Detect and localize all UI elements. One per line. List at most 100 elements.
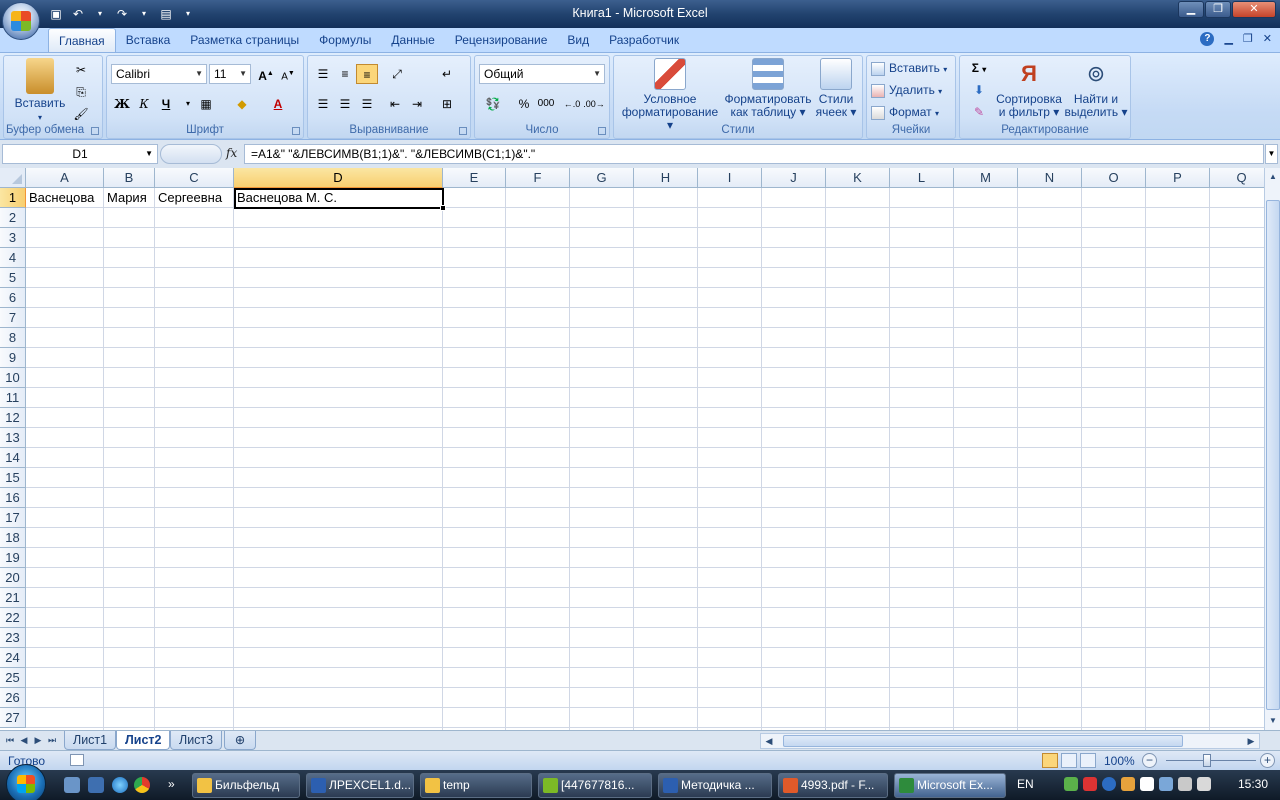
zoom-slider-track[interactable] xyxy=(1166,760,1256,761)
tray-app-icon[interactable] xyxy=(1121,777,1135,791)
borders-icon[interactable]: ▦ xyxy=(195,94,217,114)
column-header-o[interactable]: O xyxy=(1082,168,1146,188)
row-header-17[interactable]: 17 xyxy=(0,508,26,528)
format-as-table-button[interactable]: Форматировать как таблицу ▾ xyxy=(724,58,812,119)
scroll-left-icon[interactable]: ◀ xyxy=(763,734,775,748)
chrome-icon[interactable] xyxy=(134,777,150,793)
row-header-14[interactable]: 14 xyxy=(0,448,26,468)
column-header-a[interactable]: A xyxy=(26,168,104,188)
scroll-up-icon[interactable]: ▲ xyxy=(1266,170,1280,184)
format-cells-button[interactable]: Формат ▾ xyxy=(871,102,939,122)
dialog-launcher-icon[interactable] xyxy=(91,127,99,135)
row-header-11[interactable]: 11 xyxy=(0,388,26,408)
align-top-icon[interactable]: ☰ xyxy=(312,64,334,84)
cut-icon[interactable]: ✂ xyxy=(70,60,92,80)
align-center-icon[interactable]: ☰ xyxy=(334,94,356,114)
tab-insert[interactable]: Вставка xyxy=(116,28,181,52)
name-box[interactable]: D1 ▼ xyxy=(2,144,158,164)
select-all-corner[interactable] xyxy=(0,168,26,188)
tab-page-layout[interactable]: Разметка страницы xyxy=(180,28,309,52)
first-sheet-icon[interactable]: ⏮ xyxy=(4,733,16,747)
font-name-select[interactable]: Calibri ▼ xyxy=(111,64,207,84)
tab-review[interactable]: Рецензирование xyxy=(445,28,558,52)
vertical-scrollbar[interactable]: ▲ ▼ xyxy=(1264,168,1280,730)
row-header-27[interactable]: 27 xyxy=(0,708,26,728)
column-header-j[interactable]: J xyxy=(762,168,826,188)
battery-icon[interactable] xyxy=(1178,777,1192,791)
doc-minimize-icon[interactable]: ▁ xyxy=(1224,32,1232,46)
doc-restore-icon[interactable]: ❐ xyxy=(1243,32,1253,46)
start-button[interactable] xyxy=(6,764,46,800)
row-header-13[interactable]: 13 xyxy=(0,428,26,448)
column-header-e[interactable]: E xyxy=(443,168,506,188)
taskbar-item-6[interactable]: 4993.pdf - F... xyxy=(778,773,888,798)
show-desktop-icon[interactable] xyxy=(64,777,80,793)
merge-center-icon[interactable]: ⊞ xyxy=(436,94,458,114)
row-header-22[interactable]: 22 xyxy=(0,608,26,628)
sheet-tab-2[interactable]: Лист2 xyxy=(116,731,171,750)
autosum-button[interactable]: Σ ▾ xyxy=(964,58,994,78)
next-sheet-icon[interactable]: ▶ xyxy=(32,733,44,747)
row-header-25[interactable]: 25 xyxy=(0,668,26,688)
column-header-n[interactable]: N xyxy=(1018,168,1082,188)
percent-button[interactable]: % xyxy=(513,94,535,114)
close-icon[interactable]: ✕ xyxy=(1232,1,1276,18)
column-header-m[interactable]: M xyxy=(954,168,1018,188)
internet-explorer-icon[interactable] xyxy=(112,777,128,793)
delete-cells-button[interactable]: Удалить ▾ xyxy=(871,80,942,100)
number-format-select[interactable]: Общий ▼ xyxy=(479,64,605,84)
italic-button[interactable]: К xyxy=(133,94,155,114)
column-header-d[interactable]: D xyxy=(234,168,443,188)
paste-button[interactable]: Вставить ▾ xyxy=(10,58,70,124)
page-layout-view-icon[interactable] xyxy=(1061,753,1077,768)
formula-input[interactable]: =A1&" "&ЛЕВСИМВ(B1;1)&". "&ЛЕВСИМВ(C1;1)… xyxy=(244,144,1264,164)
row-header-24[interactable]: 24 xyxy=(0,648,26,668)
network-icon[interactable] xyxy=(1159,777,1173,791)
align-bottom-icon[interactable]: ≡ xyxy=(356,64,378,84)
column-header-q[interactable]: Q xyxy=(1210,168,1264,188)
align-middle-icon[interactable]: ≡ xyxy=(334,64,356,84)
maximize-icon[interactable]: ❐ xyxy=(1205,1,1231,18)
copy-icon[interactable]: ⎘ xyxy=(70,82,92,102)
column-header-k[interactable]: K xyxy=(826,168,890,188)
shrink-font-button[interactable]: A▼ xyxy=(277,64,299,84)
column-header-i[interactable]: I xyxy=(698,168,762,188)
scroll-right-icon[interactable]: ▶ xyxy=(1245,734,1257,748)
cell-d1[interactable]: Васнецова М. С. xyxy=(234,188,443,208)
orientation-icon[interactable]: ⤢ xyxy=(386,64,408,84)
cell-a1[interactable]: Васнецова xyxy=(26,188,104,208)
last-sheet-icon[interactable]: ⏭ xyxy=(46,733,58,747)
dialog-launcher-icon[interactable] xyxy=(292,127,300,135)
normal-view-icon[interactable] xyxy=(1042,753,1058,768)
conditional-formatting-button[interactable]: Условное форматирование ▾ xyxy=(618,58,722,132)
tray-app-icon[interactable] xyxy=(1140,777,1154,791)
align-left-icon[interactable]: ☰ xyxy=(312,94,334,114)
column-header-p[interactable]: P xyxy=(1146,168,1210,188)
row-header-16[interactable]: 16 xyxy=(0,488,26,508)
column-header-f[interactable]: F xyxy=(506,168,570,188)
office-button[interactable] xyxy=(2,2,40,40)
expand-formula-bar-icon[interactable]: ▼ xyxy=(1265,144,1278,164)
row-header-20[interactable]: 20 xyxy=(0,568,26,588)
taskbar-item-7[interactable]: Microsoft Ex... xyxy=(894,773,1006,798)
cell-b1[interactable]: Мария xyxy=(104,188,155,208)
worksheet-grid[interactable]: A B C D E F G H I J K L M N O P Q 1 2 3 4 5 6 7 8 9 10 11 12 13 14 15 16… xyxy=(0,168,1264,730)
column-header-h[interactable]: H xyxy=(634,168,698,188)
taskbar-item-2[interactable]: ЛРEXCEL1.d... xyxy=(306,773,414,798)
fill-handle[interactable] xyxy=(440,205,446,211)
sheet-tab-3[interactable]: Лист3 xyxy=(170,731,223,750)
find-select-button[interactable]: ⊚ Найти и выделить ▾ xyxy=(1064,58,1128,119)
row-header-15[interactable]: 15 xyxy=(0,468,26,488)
tab-view[interactable]: Вид xyxy=(557,28,599,52)
column-header-c[interactable]: C xyxy=(155,168,234,188)
thousands-button[interactable]: 000 xyxy=(535,94,557,114)
underline-button[interactable]: Ч xyxy=(155,94,177,114)
sheet-tab-1[interactable]: Лист1 xyxy=(64,731,117,750)
row-header-5[interactable]: 5 xyxy=(0,268,26,288)
cell-c1[interactable]: Сергеевна xyxy=(155,188,234,208)
increase-decimal-icon[interactable]: ←.0 xyxy=(561,94,583,114)
page-break-view-icon[interactable] xyxy=(1080,753,1096,768)
switch-windows-icon[interactable] xyxy=(88,777,104,793)
doc-close-icon[interactable]: ✕ xyxy=(1263,32,1272,46)
dialog-launcher-icon[interactable] xyxy=(459,127,467,135)
